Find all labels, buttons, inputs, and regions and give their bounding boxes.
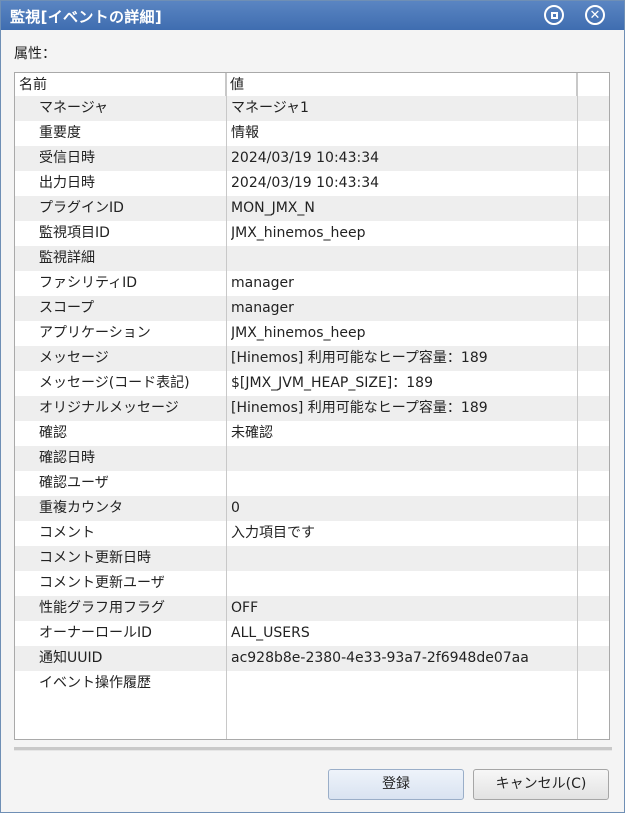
table-row[interactable]: 重要度 情報 (15, 121, 609, 146)
row-value-cell: 未確認 (231, 425, 273, 441)
table-row[interactable]: メッセージ(コード表記) $[JMX_JVM_HEAP_SIZE]：189 (15, 371, 609, 396)
column-divider (226, 73, 227, 739)
row-value-cell: OFF (231, 600, 259, 616)
row-value-cell (231, 571, 576, 596)
row-name-cell: 監視項目ID (39, 225, 110, 241)
row-name-cell: メッセージ(コード表記) (39, 375, 190, 391)
table-row[interactable]: 監視項目ID JMX_hinemos_heep (15, 221, 609, 246)
row-name-cell: 確認日時 (39, 450, 95, 466)
row-name-cell: コメント更新日時 (39, 550, 151, 566)
table-row[interactable]: マネージャ マネージャ1 (15, 96, 609, 121)
table-row[interactable]: 確認日時 (15, 446, 609, 471)
row-value-cell: JMX_hinemos_heep (231, 325, 366, 341)
row-name-cell: 重要度 (39, 125, 81, 141)
row-value-cell: 0 (231, 500, 240, 516)
row-name-cell: 通知UUID (39, 650, 103, 666)
row-name-cell: アプリケーション (39, 325, 151, 341)
table-header: 名前 値 (15, 73, 609, 97)
row-name-cell: 受信日時 (39, 150, 95, 166)
row-name-cell: プラグインID (39, 200, 124, 216)
table-row[interactable]: コメント更新ユーザ (15, 571, 609, 596)
maximize-icon[interactable] (544, 5, 564, 25)
row-name-cell: 監視詳細 (39, 250, 95, 266)
attributes-label: 属性： (14, 46, 56, 62)
row-name-cell: 出力日時 (39, 175, 95, 191)
register-button[interactable]: 登録 (328, 769, 464, 800)
row-value-cell: [Hinemos] 利用可能なヒープ容量：189 (231, 350, 488, 366)
dialog-separator (14, 747, 612, 751)
table-row[interactable]: アプリケーション JMX_hinemos_heep (15, 321, 609, 346)
row-name-cell: マネージャ (39, 100, 109, 116)
table-row[interactable]: プラグインID MON_JMX_N (15, 196, 609, 221)
row-name-cell: オリジナルメッセージ (39, 400, 179, 416)
row-name-cell: イベント操作履歴 (39, 675, 151, 691)
row-name-cell: 確認 (39, 425, 67, 441)
table-row[interactable]: ファシリティID manager (15, 271, 609, 296)
row-value-cell: 2024/03/19 10:43:34 (231, 150, 380, 166)
row-value-cell (231, 471, 576, 496)
row-name-cell: 確認ユーザ (39, 475, 109, 491)
row-value-cell (231, 546, 576, 571)
close-icon[interactable]: ✕ (585, 5, 605, 25)
table-row[interactable]: コメント更新日時 (15, 546, 609, 571)
table-row[interactable]: オーナーロールID ALL_USERS (15, 621, 609, 646)
title-bar[interactable]: 監視[イベントの詳細] ✕ (1, 1, 624, 30)
row-value-cell: 入力項目です (231, 525, 315, 541)
column-header-value[interactable]: 値 (226, 73, 577, 96)
row-value-cell: マネージャ1 (231, 100, 309, 116)
row-value-cell: manager (231, 300, 294, 316)
row-value-cell: manager (231, 275, 294, 291)
table-row[interactable]: スコープ manager (15, 296, 609, 321)
row-value-cell: JMX_hinemos_heep (231, 225, 366, 241)
row-name-cell: スコープ (39, 300, 95, 316)
table-body: マネージャ マネージャ1 重要度 情報 受信日時 2024/03/19 10:43:34 出… (15, 96, 609, 696)
row-value-cell (231, 671, 576, 696)
table-row[interactable]: 重複カウンタ 0 (15, 496, 609, 521)
row-value-cell (231, 446, 576, 471)
table-row[interactable]: オリジナルメッセージ [Hinemos] 利用可能なヒープ容量：189 (15, 396, 609, 421)
row-value-cell: [Hinemos] 利用可能なヒープ容量：189 (231, 400, 488, 416)
table-row[interactable]: 確認 未確認 (15, 421, 609, 446)
table-row[interactable]: コメント 入力項目です (15, 521, 609, 546)
table-row[interactable]: イベント操作履歴 (15, 671, 609, 696)
table-row[interactable]: 出力日時 2024/03/19 10:43:34 (15, 171, 609, 196)
row-value-cell: $[JMX_JVM_HEAP_SIZE]：189 (231, 375, 433, 391)
row-value-cell: ac928b8e-2380-4e33-93a7-2f6948de07aa (231, 650, 529, 666)
table-row[interactable]: 確認ユーザ (15, 471, 609, 496)
row-name-cell: オーナーロールID (39, 625, 152, 641)
row-value-cell: ALL_USERS (231, 625, 310, 641)
cancel-button[interactable]: キャンセル(C) (473, 769, 609, 800)
event-detail-dialog: 監視[イベントの詳細] ✕ 属性： 名前 値 マネージャ マネージャ1 重要度 情報受… (0, 0, 625, 813)
table-row[interactable]: 通知UUID ac928b8e-2380-4e33-93a7-2f6948de07… (15, 646, 609, 671)
table-row[interactable]: 監視詳細 (15, 246, 609, 271)
column-divider (577, 73, 578, 739)
column-header-filler (577, 73, 609, 96)
row-name-cell: コメント (39, 525, 95, 541)
row-name-cell: 性能グラフ用フラグ (39, 600, 165, 616)
row-value-cell: 情報 (231, 125, 259, 141)
table-row[interactable]: 性能グラフ用フラグ OFF (15, 596, 609, 621)
row-value-cell (231, 246, 576, 271)
row-name-cell: ファシリティID (39, 275, 138, 291)
row-name-cell: メッセージ (39, 350, 109, 366)
window-title: 監視[イベントの詳細] (10, 8, 163, 26)
row-name-cell: コメント更新ユーザ (39, 575, 165, 591)
row-value-cell: MON_JMX_N (231, 200, 315, 216)
table-row[interactable]: メッセージ [Hinemos] 利用可能なヒープ容量：189 (15, 346, 609, 371)
attributes-table[interactable]: 名前 値 マネージャ マネージャ1 重要度 情報受信日時 2024/03/19 10:4… (14, 72, 610, 740)
table-row[interactable]: 受信日時 2024/03/19 10:43:34 (15, 146, 609, 171)
row-name-cell: 重複カウンタ (39, 500, 123, 516)
row-value-cell: 2024/03/19 10:43:34 (231, 175, 380, 191)
column-header-name[interactable]: 名前 (15, 73, 226, 96)
